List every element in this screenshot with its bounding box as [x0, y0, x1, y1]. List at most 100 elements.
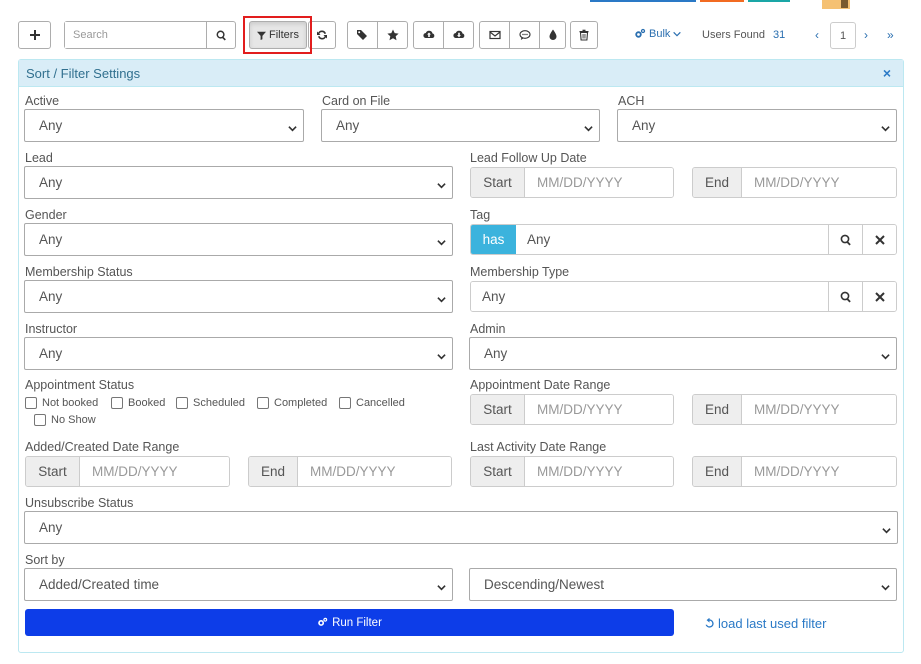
- added-created-end-input[interactable]: MM/DD/YYYY: [298, 457, 451, 486]
- sort-order-select[interactable]: Descending/Newest: [469, 568, 897, 601]
- last-activity-end: End MM/DD/YYYY: [692, 456, 897, 487]
- last-activity-range-label: Last Activity Date Range: [470, 440, 607, 454]
- gender-select[interactable]: Any: [24, 223, 453, 256]
- appt-booked-checkbox[interactable]: Booked: [111, 397, 165, 409]
- lead-follow-up-start-input[interactable]: MM/DD/YYYY: [525, 168, 673, 197]
- lead-follow-up-start: Start MM/DD/YYYY: [470, 167, 674, 198]
- run-filter-button[interactable]: Run Filter: [25, 609, 674, 636]
- chevron-down-icon: [437, 349, 446, 360]
- delete-button[interactable]: [570, 21, 598, 49]
- search-icon: [840, 291, 851, 302]
- page-number-input[interactable]: 1: [830, 22, 856, 49]
- users-found-count: 31: [773, 29, 786, 41]
- last-activity-start-input[interactable]: MM/DD/YYYY: [525, 457, 673, 486]
- admin-select[interactable]: Any: [469, 337, 897, 370]
- bulk-label: Bulk: [649, 28, 671, 40]
- panel-header: Sort / Filter Settings ×: [19, 60, 903, 87]
- lead-follow-up-end-input[interactable]: MM/DD/YYYY: [742, 168, 896, 197]
- cloud-download-icon: [452, 30, 464, 39]
- cloud-upload-button[interactable]: [413, 21, 444, 49]
- search-button[interactable]: [206, 22, 235, 48]
- top-bar-segment: [700, 0, 744, 2]
- chevron-down-icon: [437, 178, 446, 189]
- membership-status-select[interactable]: Any: [24, 280, 453, 313]
- checkbox-label: Cancelled: [356, 397, 405, 409]
- load-last-filter-link[interactable]: load last used filter: [704, 616, 826, 631]
- added-created-start-input[interactable]: MM/DD/YYYY: [80, 457, 229, 486]
- appointment-date-end: End MM/DD/YYYY: [692, 394, 897, 425]
- appt-scheduled-checkbox[interactable]: Scheduled: [176, 397, 245, 409]
- tags-button[interactable]: [347, 21, 378, 49]
- membership-type-clear-button[interactable]: [862, 282, 896, 311]
- active-label: Active: [25, 94, 60, 108]
- favorite-button[interactable]: [377, 21, 408, 49]
- checkbox-box[interactable]: [34, 414, 46, 426]
- unsubscribe-status-select[interactable]: Any: [24, 511, 898, 544]
- tag-input[interactable]: Any: [516, 225, 828, 254]
- checkbox-label: Booked: [128, 397, 166, 409]
- appointment-date-end-input[interactable]: MM/DD/YYYY: [742, 395, 896, 424]
- admin-value: Any: [484, 346, 508, 361]
- membership-type-input[interactable]: Any: [471, 282, 828, 311]
- lead-select[interactable]: Any: [24, 166, 453, 199]
- drip-button[interactable]: [539, 21, 566, 49]
- last-page-link[interactable]: »: [887, 28, 894, 42]
- next-page-link[interactable]: ›: [864, 28, 868, 42]
- search-icon: [840, 234, 851, 245]
- chevron-down-icon: [881, 580, 890, 591]
- bulk-menu[interactable]: Bulk: [634, 28, 682, 40]
- checkbox-label: Not booked: [42, 397, 99, 409]
- search-input[interactable]: [65, 22, 206, 48]
- membership-status-value: Any: [39, 289, 63, 304]
- added-created-range-label: Added/Created Date Range: [25, 440, 180, 454]
- email-button[interactable]: [479, 21, 510, 49]
- sort-field-value: Added/Created time: [39, 577, 160, 592]
- appt-no-show-checkbox[interactable]: No Show: [34, 414, 96, 426]
- checkbox-box[interactable]: [176, 397, 188, 409]
- refresh-button[interactable]: [308, 21, 336, 49]
- checkbox-box[interactable]: [339, 397, 351, 409]
- sort-order-value: Descending/Newest: [484, 577, 605, 592]
- tag-clear-button[interactable]: [862, 225, 896, 254]
- sort-field-select[interactable]: Added/Created time: [24, 568, 453, 601]
- checkbox-label: No Show: [51, 414, 96, 426]
- chevron-down-icon: [437, 235, 446, 246]
- membership-status-label: Membership Status: [25, 265, 133, 279]
- start-addon: Start: [471, 395, 525, 424]
- top-bar-badge: [822, 0, 850, 9]
- sms-button[interactable]: [509, 21, 540, 49]
- tag-search-button[interactable]: [828, 225, 862, 254]
- run-filter-label: Run Filter: [332, 616, 382, 629]
- tag-has-toggle[interactable]: has: [471, 225, 516, 254]
- active-select[interactable]: Any: [24, 109, 304, 142]
- appt-not-booked-checkbox[interactable]: Not booked: [25, 397, 98, 409]
- start-addon: Start: [471, 457, 525, 486]
- last-activity-end-input[interactable]: MM/DD/YYYY: [742, 457, 896, 486]
- membership-type-search-button[interactable]: [828, 282, 862, 311]
- load-last-filter-label: load last used filter: [718, 616, 827, 631]
- cloud-download-button[interactable]: [443, 21, 474, 49]
- checkbox-box[interactable]: [111, 397, 123, 409]
- ach-label: ACH: [618, 94, 645, 108]
- ach-select[interactable]: Any: [617, 109, 897, 142]
- close-panel-button[interactable]: ×: [883, 65, 891, 81]
- appointment-date-start-input[interactable]: MM/DD/YYYY: [525, 395, 673, 424]
- sort-by-label: Sort by: [25, 553, 65, 567]
- membership-type-label: Membership Type: [470, 265, 570, 279]
- gears-icon: [635, 28, 646, 38]
- appt-cancelled-checkbox[interactable]: Cancelled: [339, 397, 405, 409]
- checkbox-box[interactable]: [25, 397, 37, 409]
- appt-completed-checkbox[interactable]: Completed: [257, 397, 327, 409]
- add-user-button[interactable]: [18, 21, 51, 49]
- badge-mark: [841, 0, 848, 8]
- search-icon: [216, 30, 226, 41]
- checkbox-box[interactable]: [257, 397, 269, 409]
- prev-page-link[interactable]: ‹: [815, 28, 819, 42]
- refresh-icon: [317, 30, 327, 40]
- lead-follow-up-end: End MM/DD/YYYY: [692, 167, 897, 198]
- card-on-file-select[interactable]: Any: [321, 109, 600, 142]
- lead-value: Any: [39, 175, 63, 190]
- checkbox-label: Scheduled: [193, 397, 245, 409]
- start-addon: Start: [471, 168, 525, 197]
- instructor-select[interactable]: Any: [24, 337, 453, 370]
